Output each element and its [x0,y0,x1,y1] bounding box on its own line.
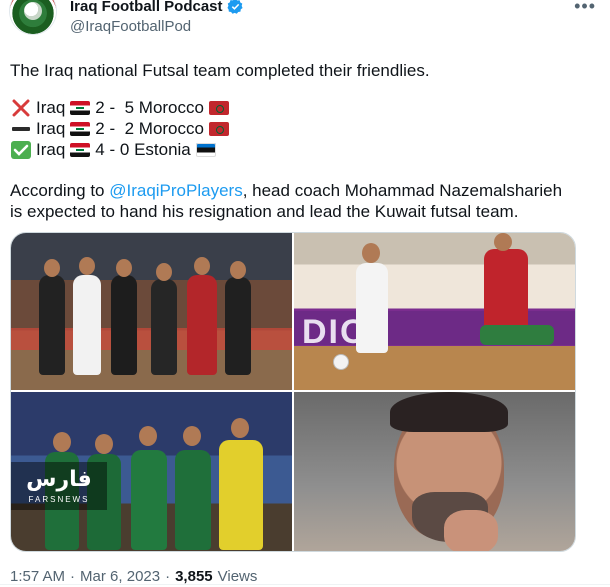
watermark-arabic: فارس [26,466,92,492]
media-photo-team-celebration[interactable]: فارس FARSNEWS [11,392,292,551]
result-score: 2 - 5 [95,98,135,117]
more-options-icon[interactable]: ••• [574,0,596,17]
verified-badge-icon [227,0,243,14]
tweet-date[interactable]: Mar 6, 2023 [80,568,160,585]
paragraph-prefix: According to [10,181,110,200]
result-team: Iraq [36,140,66,159]
check-mark-icon [11,140,31,159]
result-opponent: Estonia [134,140,191,159]
meta-separator: · [165,568,171,585]
paragraph-suffix: , head coach Mohammad Nazemalsharieh [242,181,563,200]
result-row: Iraq 2 - 2 Morocco [10,118,234,139]
morocco-flag-icon [208,121,229,136]
watermark-latin: FARSNEWS [28,494,90,504]
media-photo-coach-portrait[interactable] [294,392,575,551]
author-handle[interactable]: @IraqFootballPod [70,18,191,35]
views-label[interactable]: Views [218,568,258,585]
cross-mark-icon [12,99,30,116]
tweet: Iraq Football Podcast @IraqFootballPod •… [0,0,610,587]
iraq-flag-icon [70,121,91,136]
author-row: Iraq Football Podcast [70,0,244,15]
estonia-flag-icon [195,142,216,157]
iraq-flag-icon [70,100,91,115]
tweet-meta: 1:57 AM · Mar 6, 2023 · 3,855 Views [10,568,257,585]
meta-separator: · [70,568,76,585]
result-score: 2 - 2 [95,119,135,138]
tweet-paragraph-line1: According to @IraqiProPlayers, head coac… [10,180,562,201]
result-row: Iraq 4 - 0 Estonia [10,139,221,160]
result-opponent: Morocco [138,119,204,138]
result-team: Iraq [36,119,66,138]
result-team: Iraq [36,98,66,117]
dash-icon [12,126,30,131]
morocco-flag-icon [208,100,229,115]
media-grid: DIOn فارس FARSNEWS [10,232,576,552]
result-score: 4 - 0 [95,140,130,159]
tweet-paragraph-line2: is expected to hand his resignation and … [10,202,519,221]
mention-link[interactable]: @IraqiProPlayers [109,181,242,200]
result-row: Iraq 2 - 5 Morocco [10,97,234,118]
media-photo-match-action[interactable]: DIOn [294,233,575,390]
iraq-flag-icon [70,142,91,157]
farsnews-watermark: فارس FARSNEWS [11,462,107,510]
divider [0,584,610,585]
result-opponent: Morocco [138,98,204,117]
views-count: 3,855 [175,568,213,585]
avatar[interactable] [10,0,56,34]
author-display-name[interactable]: Iraq Football Podcast [70,0,223,15]
tweet-line-intro: The Iraq national Futsal team completed … [10,61,430,80]
tweet-time[interactable]: 1:57 AM [10,568,65,585]
media-photo-handshake[interactable] [11,233,292,390]
